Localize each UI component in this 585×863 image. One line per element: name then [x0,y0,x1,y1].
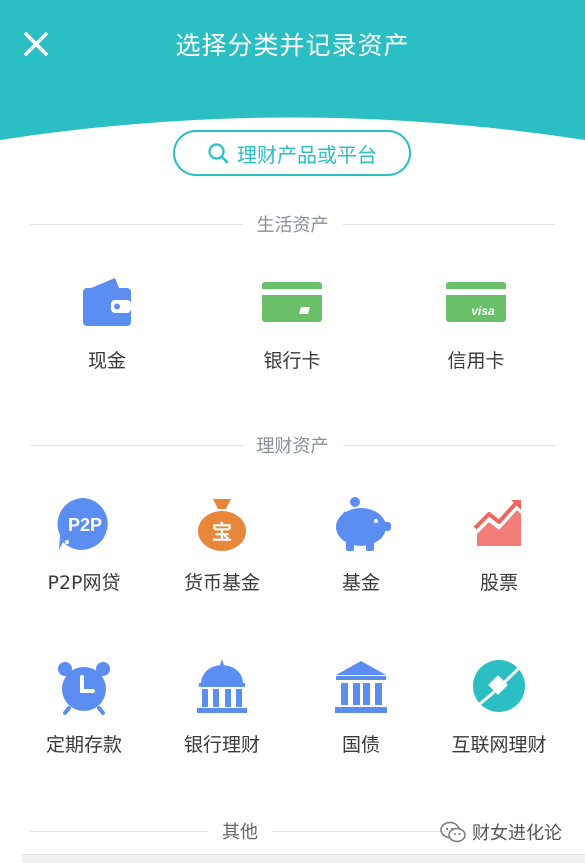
category-money-fund[interactable]: 宝 货币基金 [152,494,292,595]
section-title-text: 其他 [222,822,258,843]
alarm-clock-icon [58,662,110,715]
section-title-text: 生活资产 [256,215,329,236]
category-label: 国债 [341,734,380,756]
category-label: 银行理财 [183,734,260,756]
piggy-bank-icon [336,497,391,551]
divider [30,223,243,225]
category-bank-finance[interactable]: 银行理财 [152,656,292,757]
page-title: 选择分类并记录资产 [175,31,410,60]
bank-dome-icon [197,659,247,713]
section-title-other: 其他 [30,820,450,843]
internet-planet-icon [473,660,525,712]
divider [342,444,555,446]
section-title-text: 理财资产 [256,436,329,457]
header-background [0,0,585,140]
divider [342,223,555,225]
stock-chart-icon [473,500,521,546]
category-label: 货币基金 [183,572,260,594]
divider [272,830,450,832]
category-cash[interactable]: 现金 [37,272,177,373]
category-internet-finance[interactable]: 互联网理财 [429,656,569,757]
category-treasury-bond[interactable]: 国债 [291,656,431,757]
category-label: 现金 [87,350,126,372]
credit-card-text: visa [471,304,495,318]
category-label: 定期存款 [45,734,122,756]
watermark: 财女进化论 [440,818,562,846]
government-building-icon [335,661,387,713]
bank-card-icon [262,282,322,322]
category-label: P2P网贷 [47,572,121,594]
category-label: 股票 [479,572,518,594]
wallet-icon [83,278,131,326]
divider [30,444,243,446]
category-label: 互联网理财 [451,734,547,756]
category-p2p[interactable]: P2P P2P网贷 [14,494,154,595]
credit-card-icon: visa [446,282,506,322]
search-placeholder: 理财产品或平台 [237,142,377,167]
category-label: 信用卡 [447,350,505,372]
header-banner [0,0,585,150]
section-title-life: 生活资产 [30,213,555,236]
p2p-text: P2P [68,515,102,535]
divider [30,830,208,832]
category-credit-card[interactable]: visa 信用卡 [406,272,546,373]
category-fixed-deposit[interactable]: 定期存款 [14,656,154,757]
wechat-icon [440,821,466,843]
p2p-icon: P2P [57,497,108,550]
category-label: 基金 [341,572,380,594]
section-title-finance: 理财资产 [30,434,555,457]
category-fund[interactable]: 基金 [291,494,431,595]
category-bank-card[interactable]: 银行卡 [222,272,362,373]
search-icon [208,143,229,164]
money-bag-icon: 宝 [198,499,246,551]
money-bag-text: 宝 [212,520,232,544]
category-stock[interactable]: 股票 [429,494,569,595]
category-label: 银行卡 [263,350,321,372]
search-input[interactable]: 理财产品或平台 [173,130,411,176]
watermark-text: 财女进化论 [472,823,562,844]
